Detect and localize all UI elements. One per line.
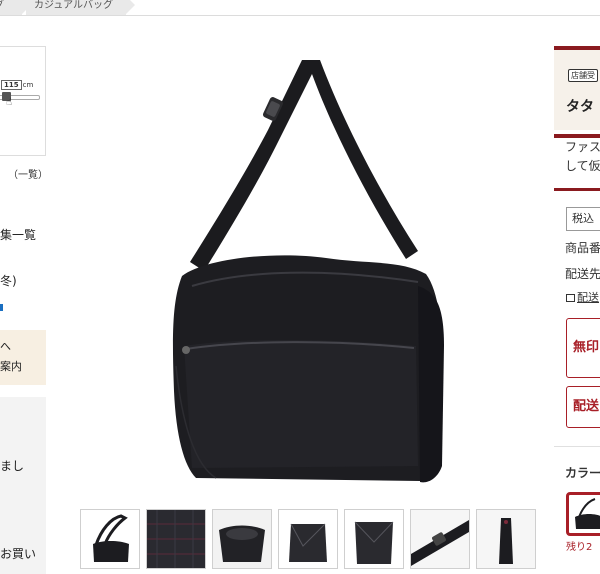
product-note-line-2: して仮	[565, 159, 600, 173]
thumbnail-front[interactable]	[80, 509, 140, 569]
window-icon	[566, 294, 575, 302]
hand-pointer-icon: ☝	[6, 97, 13, 108]
breadcrumb-item-parent[interactable]: グ	[0, 0, 31, 15]
side-info-panel: まし お買い	[0, 397, 46, 574]
size-simulator[interactable]: 115 cm ☝	[0, 46, 46, 156]
breadcrumb: グ カジュアルバッグ	[0, 0, 600, 16]
delivery-button[interactable]: 配送	[566, 386, 600, 428]
info-box-line-1: へ	[0, 340, 11, 353]
product-code-label: 商品番	[565, 241, 600, 255]
breadcrumb-divider	[0, 15, 600, 16]
size-readout: 115 cm	[0, 80, 33, 90]
store-pickup-header: 店舗受 タタ	[554, 46, 600, 130]
thumbnail-back[interactable]	[344, 509, 404, 569]
stock-status: 残り2	[566, 542, 593, 553]
delivery-link-text: 配送	[577, 291, 599, 304]
color-swatch-black[interactable]	[566, 492, 600, 536]
size-value: 115	[1, 80, 22, 90]
thumbnail-fabric[interactable]	[146, 509, 206, 569]
tax-included-label: 税込	[566, 207, 600, 231]
info-box[interactable]: へ 案内	[0, 330, 46, 385]
thumbnail-interior[interactable]	[212, 509, 272, 569]
delivery-link[interactable]: 配送	[566, 289, 599, 305]
sidebar-item-feature-list[interactable]: 集一覧	[0, 226, 36, 243]
store-button[interactable]: 無印	[566, 318, 600, 378]
thumbnail-folded[interactable]	[476, 509, 536, 569]
product-note: ファス して仮	[554, 134, 600, 184]
side-info-text-1: まし	[0, 459, 25, 473]
sidebar-item-winter[interactable]: 冬)	[0, 272, 17, 289]
purchase-panel: 店舗受 タタ ファス して仮 税込 商品番 配送先 配送 無印 配送 カラー 残…	[554, 46, 600, 574]
breadcrumb-item-casual-bag[interactable]: カジュアルバッグ	[26, 0, 135, 15]
link-marker	[0, 304, 3, 311]
side-info-text-2: お買い	[0, 547, 37, 561]
info-box-line-2: 案内	[0, 360, 22, 373]
product-note-line-1: ファス	[565, 140, 600, 154]
delivery-label: 配送先	[565, 267, 600, 281]
price-section: 税込 商品番 配送先 配送	[554, 188, 600, 304]
store-pickup-badge: 店舗受	[568, 69, 598, 82]
product-title: タタ	[566, 99, 594, 115]
size-unit: cm	[22, 81, 34, 89]
color-label: カラー	[565, 466, 600, 480]
size-list-link[interactable]: （一覧）	[8, 166, 48, 181]
product-main-image[interactable]	[126, 46, 482, 498]
divider	[554, 446, 600, 447]
thumbnail-strap[interactable]	[410, 509, 470, 569]
thumbnail-side[interactable]	[278, 509, 338, 569]
